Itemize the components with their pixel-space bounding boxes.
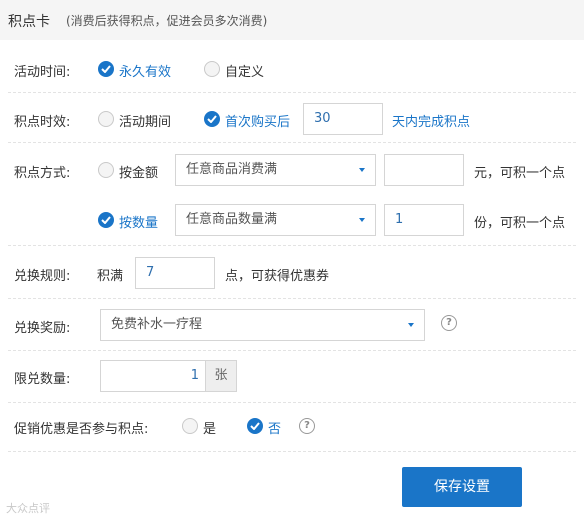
divider — [8, 142, 576, 143]
divider — [8, 298, 576, 299]
validity-first-purchase-label[interactable]: 首次购买后 — [225, 111, 290, 130]
rule-label: 兑换规则: — [14, 269, 71, 284]
activity-time-permanent-label[interactable]: 永久有效 — [119, 61, 171, 80]
validity-label: 积点时效: — [14, 115, 71, 130]
method-quantity-select[interactable]: 任意商品数量满 — [175, 204, 376, 236]
promo-yes-label[interactable]: 是 — [203, 418, 216, 437]
divider — [8, 350, 576, 351]
promo-label: 促销优惠是否参与积点: — [14, 422, 149, 437]
validity-period-radio-icon[interactable] — [98, 111, 114, 127]
divider — [8, 451, 576, 452]
divider — [8, 402, 576, 403]
reward-select[interactable]: 免费补水一疗程 — [100, 309, 425, 341]
promo-no-label[interactable]: 否 — [268, 418, 281, 437]
method-amount-suffix: 元，可积一个点 — [474, 166, 566, 181]
activity-time-custom-radio-icon[interactable] — [204, 61, 220, 77]
page-subtitle: (消费后获得积点，促进会员多次消费) — [66, 14, 268, 28]
method-amount-input[interactable] — [384, 154, 464, 186]
chevron-down-icon — [359, 168, 365, 172]
method-amount-label[interactable]: 按金额 — [119, 162, 158, 181]
promo-no-radio-icon[interactable] — [247, 418, 263, 434]
validity-period-label[interactable]: 活动期间 — [119, 111, 171, 130]
chevron-down-icon — [408, 323, 414, 327]
reward-select-value: 免费补水一疗程 — [111, 317, 203, 332]
promo-yes-radio-icon[interactable] — [182, 418, 198, 434]
validity-days-input[interactable]: 30 — [303, 103, 383, 135]
chevron-down-icon — [359, 218, 365, 222]
limit-unit: 张 — [205, 360, 237, 392]
validity-first-purchase-radio-icon[interactable] — [204, 111, 220, 127]
method-amount-radio-icon[interactable] — [98, 162, 114, 178]
page-header: 积点卡 (消费后获得积点，促进会员多次消费) — [0, 0, 584, 40]
method-amount-select-value: 任意商品消费满 — [186, 162, 278, 177]
divider — [8, 92, 576, 93]
rule-points-input[interactable]: 7 — [135, 257, 215, 289]
method-quantity-select-value: 任意商品数量满 — [186, 212, 278, 227]
method-quantity-input[interactable]: 1 — [384, 204, 464, 236]
help-icon[interactable]: ? — [299, 418, 315, 434]
activity-time-permanent-radio-icon[interactable] — [98, 61, 114, 77]
method-quantity-radio-icon[interactable] — [98, 212, 114, 228]
rule-prefix: 积满 — [97, 269, 124, 284]
page-title: 积点卡 — [8, 14, 50, 30]
method-quantity-suffix: 份，可积一个点 — [474, 216, 566, 231]
reward-label: 兑换奖励: — [14, 321, 71, 336]
divider — [8, 245, 576, 246]
save-button[interactable]: 保存设置 — [402, 467, 522, 507]
method-amount-select[interactable]: 任意商品消费满 — [175, 154, 376, 186]
help-icon[interactable]: ? — [441, 315, 457, 331]
activity-time-label: 活动时间: — [14, 65, 71, 80]
method-quantity-label[interactable]: 按数量 — [119, 212, 158, 231]
limit-quantity-input[interactable]: 1 — [100, 360, 206, 392]
validity-days-suffix: 天内完成积点 — [392, 115, 471, 130]
method-label: 积点方式: — [14, 166, 71, 181]
limit-label: 限兑数量: — [14, 372, 71, 387]
activity-time-custom-label[interactable]: 自定义 — [225, 61, 264, 80]
watermark: 大众点评 — [6, 502, 50, 515]
rule-suffix: 点，可获得优惠券 — [225, 269, 330, 284]
